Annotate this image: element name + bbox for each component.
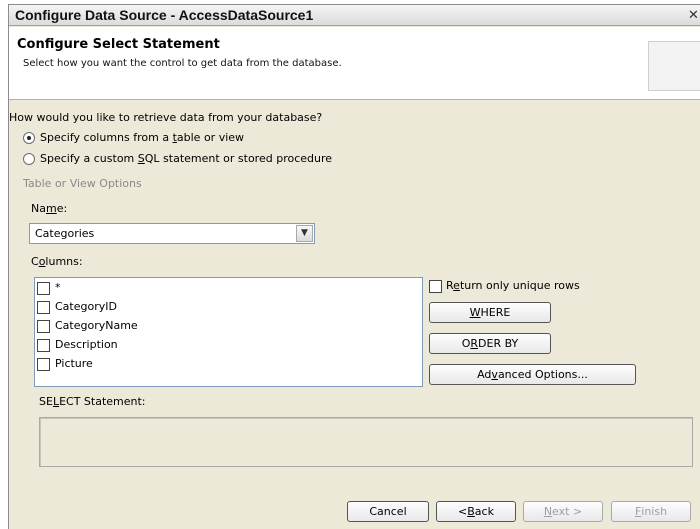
header-logo-box xyxy=(648,41,700,91)
page-subtitle: Select how you want the control to get d… xyxy=(23,58,342,69)
column-checkbox[interactable] xyxy=(37,358,50,371)
order-by-button[interactable]: O R DER BY xyxy=(429,333,551,354)
cancel-button[interactable]: Cancel xyxy=(347,501,429,522)
column-checkbox[interactable] xyxy=(37,320,50,333)
radio-specify-columns[interactable] xyxy=(23,132,35,144)
column-label: CategoryID xyxy=(55,300,117,313)
radio-custom-sql[interactable] xyxy=(23,153,35,165)
next-button[interactable]: Next > xyxy=(523,501,603,522)
table-name-select[interactable]: Categories ▼ xyxy=(29,223,315,244)
unique-rows-label[interactable]: Return only unique rows xyxy=(446,279,580,292)
configure-data-source-window: Configure Data Source - AccessDataSource… xyxy=(8,4,700,529)
column-checkbox[interactable] xyxy=(37,301,50,314)
table-view-options-label: Table or View Options xyxy=(23,177,142,190)
question-label: How would you like to retrieve data from… xyxy=(9,111,323,124)
select-statement-box[interactable] xyxy=(39,417,693,467)
back-button[interactable]: < Back xyxy=(436,501,516,522)
radio-specify-columns-label[interactable]: Specify columns from a table or view xyxy=(40,131,244,144)
window-title: Configure Data Source - AccessDataSource… xyxy=(15,7,314,23)
finish-button[interactable]: Finish xyxy=(611,501,691,522)
columns-listbox[interactable]: * CategoryID CategoryName Description Pi… xyxy=(34,277,423,387)
column-checkbox[interactable] xyxy=(37,282,50,295)
where-button[interactable]: W HERE xyxy=(429,302,551,323)
page-title: Configure Select Statement xyxy=(17,37,220,52)
advanced-options-button[interactable]: Ad v anced Options... xyxy=(429,364,636,385)
radio-custom-sql-label[interactable]: Specify a custom SQL statement or stored… xyxy=(40,152,332,165)
column-label: CategoryName xyxy=(55,319,138,332)
name-label: Name: xyxy=(31,202,68,215)
close-icon[interactable]: ✕ xyxy=(688,8,700,23)
chevron-down-icon[interactable]: ▼ xyxy=(296,225,313,242)
unique-rows-checkbox[interactable] xyxy=(429,280,442,293)
columns-label: Columns: xyxy=(31,255,83,268)
table-name-value: Categories xyxy=(35,227,95,240)
select-statement-label: SELECT Statement: xyxy=(39,395,146,408)
column-label: * xyxy=(55,281,61,294)
column-checkbox[interactable] xyxy=(37,339,50,352)
title-bar[interactable]: Configure Data Source - AccessDataSource… xyxy=(9,5,700,26)
column-label: Description xyxy=(55,338,118,351)
column-label: Picture xyxy=(55,357,93,370)
wizard-header: Configure Select Statement Select how yo… xyxy=(9,27,700,100)
